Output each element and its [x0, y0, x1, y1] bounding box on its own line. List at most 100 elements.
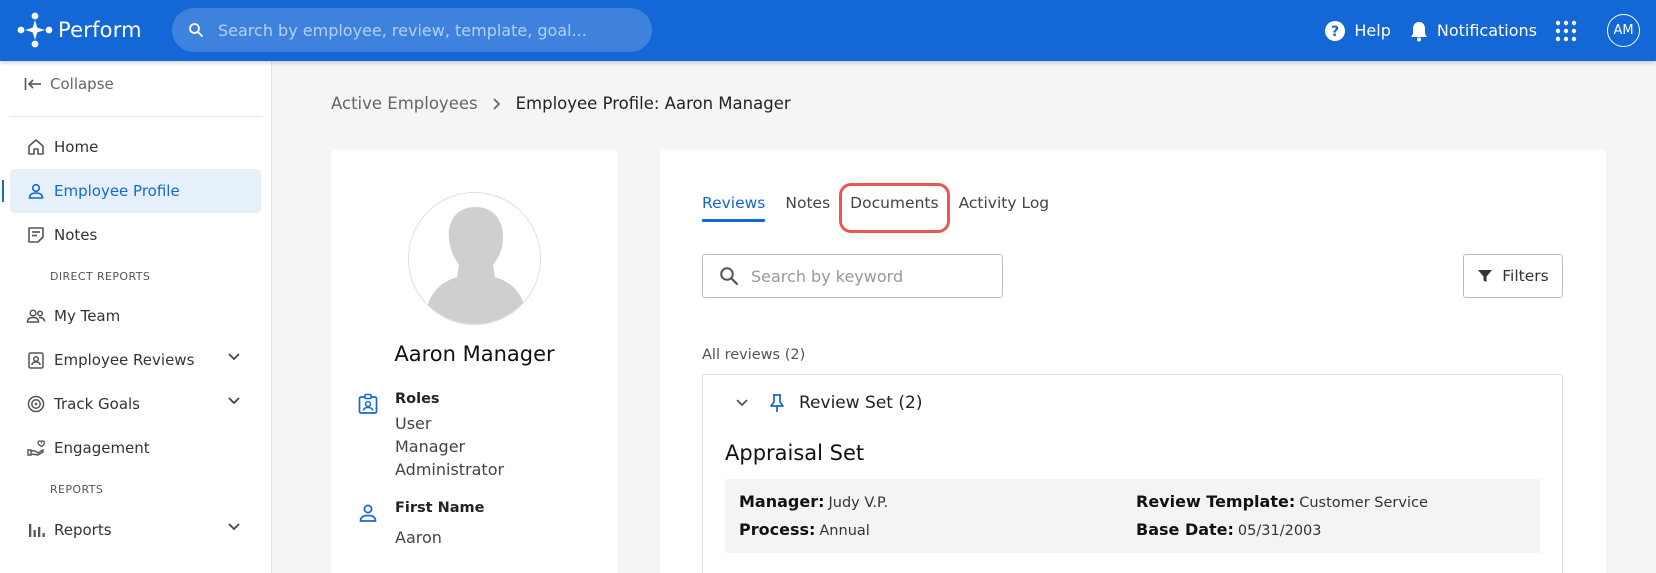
chevron-down-icon[interactable]	[735, 398, 749, 408]
person-icon	[28, 183, 44, 199]
process-value: Annual	[819, 523, 870, 539]
team-icon	[26, 309, 46, 323]
pin-icon	[770, 394, 784, 412]
sidebar-item-label: Engagement	[54, 439, 150, 457]
bell-icon	[1410, 21, 1427, 41]
tab-bar: Reviews Notes Documents Activity Log	[702, 183, 1069, 233]
roles-label: Roles	[395, 391, 440, 407]
template-value: Customer Service	[1299, 495, 1428, 511]
sidebar-item-home[interactable]: Home	[10, 125, 261, 169]
template-detail: Review Template: Customer Service	[1136, 492, 1428, 511]
sidebar-divider	[10, 116, 262, 117]
badge-icon	[28, 352, 44, 369]
home-icon	[28, 139, 44, 155]
tab-activity-log[interactable]: Activity Log	[959, 194, 1050, 222]
top-right-actions: ? Help Notifications AM	[1324, 0, 1656, 61]
sidebar-item-label: Home	[54, 138, 99, 156]
sidebar-item-employee-reviews[interactable]: Employee Reviews	[10, 338, 261, 382]
perform-logo[interactable]: Perform	[16, 11, 142, 49]
global-search[interactable]	[172, 8, 652, 52]
filters-button[interactable]: Filters	[1463, 254, 1563, 298]
perform-logo-icon	[17, 12, 53, 48]
chevron-down-icon	[228, 397, 240, 405]
chevron-down-icon	[228, 353, 240, 361]
tab-documents[interactable]: Documents	[839, 183, 950, 233]
role-item: User	[395, 414, 432, 433]
reviews-card: Reviews Notes Documents Activity Log Fil…	[660, 150, 1606, 573]
collapse-arrow-icon	[24, 78, 41, 90]
brand-name: Perform	[58, 18, 142, 42]
appraisal-title: Appraisal Set	[725, 441, 865, 465]
svg-text:?: ?	[1331, 24, 1339, 40]
chevron-down-icon	[228, 523, 240, 531]
sidebar-item-track-goals[interactable]: Track Goals	[10, 382, 261, 426]
manager-detail: Manager: Judy V.P.	[739, 492, 888, 511]
target-icon	[27, 395, 45, 413]
keyword-search-input[interactable]	[751, 266, 991, 286]
search-icon	[189, 23, 203, 37]
apps-grid-icon	[1555, 20, 1577, 41]
tab-notes[interactable]: Notes	[785, 194, 830, 222]
review-set-panel: Review Set (2) Appraisal Set Manager: Jud…	[702, 374, 1563, 573]
all-reviews-count: All reviews (2)	[702, 347, 806, 363]
profile-photo	[408, 192, 541, 325]
base-date-detail: Base Date: 05/31/2003	[1136, 520, 1322, 539]
review-details: Manager: Judy V.P. Process: Annual Review …	[725, 479, 1540, 553]
apps-grid-button[interactable]	[1555, 20, 1585, 42]
sidebar-item-reports[interactable]: Reports	[10, 508, 261, 552]
filter-icon	[1478, 270, 1493, 282]
sidebar-item-my-team[interactable]: My Team	[10, 294, 261, 338]
sidebar-item-engagement[interactable]: Engagement	[10, 426, 261, 470]
section-direct-reports: DIRECT REPORTS	[50, 270, 151, 283]
role-item: Administrator	[395, 460, 505, 479]
person-silhouette-icon	[409, 193, 540, 324]
section-reports: REPORTS	[50, 483, 104, 496]
breadcrumb-current: Employee Profile: Aaron Manager	[515, 94, 791, 113]
notifications-button[interactable]: Notifications	[1409, 20, 1537, 42]
manager-value: Judy V.P.	[828, 495, 889, 511]
sidebar-item-label: Employee Reviews	[54, 351, 195, 369]
global-search-input[interactable]	[218, 20, 638, 40]
person-icon	[359, 504, 377, 522]
sidebar-item-employee-profile[interactable]: Employee Profile	[2, 169, 261, 213]
help-label: Help	[1354, 21, 1391, 40]
top-bar: Perform ? Help Notifications	[0, 0, 1656, 61]
tab-reviews[interactable]: Reviews	[702, 194, 766, 222]
engagement-icon	[27, 440, 46, 456]
sidebar-item-label: Notes	[54, 226, 98, 244]
sidebar-item-label: Track Goals	[54, 395, 140, 413]
roles-values: User Manager Administrator	[395, 412, 504, 481]
review-set-header[interactable]: Review Set (2)	[735, 393, 922, 413]
base-date-label: Base Date:	[1136, 520, 1234, 539]
help-button[interactable]: ? Help	[1324, 20, 1391, 42]
chevron-right-icon	[492, 97, 500, 110]
template-label: Review Template:	[1136, 492, 1296, 511]
bar-chart-icon	[29, 524, 45, 537]
first-name-value: Aaron	[395, 528, 442, 547]
collapse-button[interactable]: Collapse	[24, 75, 114, 93]
sidebar-item-label: My Team	[54, 307, 121, 325]
breadcrumb: Active Employees Employee Profile: Aaron…	[331, 94, 791, 113]
notifications-label: Notifications	[1436, 21, 1537, 40]
keyword-search[interactable]	[702, 254, 1003, 298]
breadcrumb-active-employees[interactable]: Active Employees	[331, 94, 478, 113]
base-date-value: 05/31/2003	[1237, 523, 1322, 539]
process-label: Process:	[739, 520, 816, 539]
notes-icon	[28, 227, 44, 243]
sidebar-item-label: Employee Profile	[54, 182, 180, 200]
employee-name: Aaron Manager	[394, 342, 555, 366]
process-detail: Process: Annual	[739, 520, 870, 539]
sidebar-item-notes[interactable]: Notes	[10, 213, 261, 257]
search-icon	[720, 267, 739, 286]
filters-label: Filters	[1502, 267, 1549, 285]
user-avatar[interactable]: AM	[1607, 14, 1640, 47]
first-name-label: First Name	[395, 500, 485, 516]
collapse-label: Collapse	[50, 75, 114, 93]
sidebar-item-label: Reports	[54, 521, 112, 539]
id-badge-icon	[358, 393, 378, 414]
sidebar: Collapse Home Employee Profile Notes DIR…	[0, 61, 272, 573]
role-item: Manager	[395, 437, 466, 456]
manager-label: Manager:	[739, 492, 825, 511]
profile-card: Aaron Manager Roles User Manager Adminis…	[331, 150, 618, 573]
review-set-label: Review Set (2)	[799, 393, 923, 413]
